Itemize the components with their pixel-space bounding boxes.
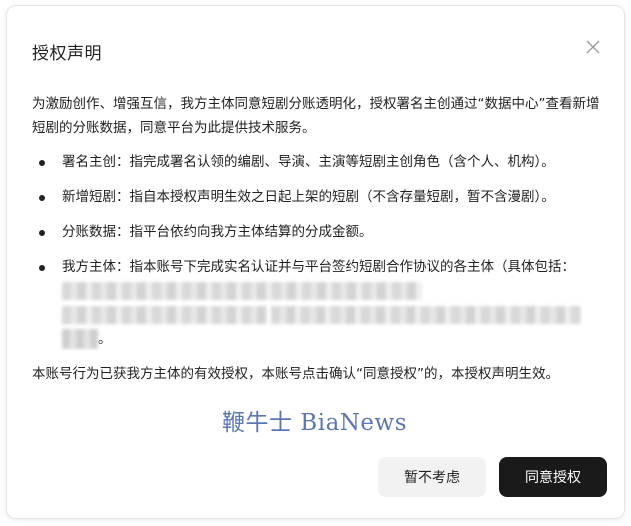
list-item: 新增短剧：指自本授权声明生效之日起上架的短剧（不含存量短剧，暂不含漫剧）。: [32, 185, 612, 209]
redacted-text: [62, 306, 267, 324]
list-item-text: 我方主体：指本账号下完成实名认证并与平台签约短剧合作协议的各主体（具体包括：: [62, 259, 575, 275]
list-item-text: 署名主创：指完成署名认领的编剧、导演、主演等短剧主创角色（含个人、机构）。: [62, 154, 555, 170]
list-item-text: 分账数据：指平台依约向我方主体结算的分成金额。: [62, 224, 373, 240]
dialog-content: 为激励创作、增强互信，我方主体同意短剧分账透明化，授权署名主创通过“数据中心”查…: [32, 92, 612, 386]
intro-text: 为激励创作、增强互信，我方主体同意短剧分账透明化，授权署名主创通过“数据中心”查…: [32, 96, 600, 136]
list-item-suffix: 。: [98, 331, 112, 347]
list-item: 分账数据：指平台依约向我方主体结算的分成金额。: [32, 220, 612, 244]
dialog-title: 授权声明: [32, 44, 102, 64]
list-item: 署名主创：指完成署名认领的编剧、导演、主演等短剧主创角色（含个人、机构）。: [32, 150, 612, 174]
watermark: 鞭牛士 BiaNews: [222, 410, 408, 436]
footer-text: 本账号行为已获我方主体的有效授权，本账号点击确认“同意授权”的，本授权声明生效。: [32, 366, 559, 382]
redacted-text: [271, 306, 582, 324]
definition-list: 署名主创：指完成署名认领的编剧、导演、主演等短剧主创角色（含个人、机构）。 新增…: [32, 150, 612, 351]
close-icon[interactable]: [584, 38, 602, 56]
redacted-text: [62, 282, 422, 300]
list-item: 我方主体：指本账号下完成实名认证并与平台签约短剧合作协议的各主体（具体包括： 。: [32, 255, 612, 351]
list-item-text: 新增短剧：指自本授权声明生效之日起上架的短剧（不含存量短剧，暂不含漫剧）。: [62, 189, 555, 205]
authorization-dialog: 授权声明 为激励创作、增强互信，我方主体同意短剧分账透明化，授权署名主创通过“数…: [6, 5, 625, 519]
redacted-text: [62, 329, 98, 349]
decline-button[interactable]: 暂不考虑: [378, 457, 486, 497]
accept-button[interactable]: 同意授权: [499, 457, 607, 497]
